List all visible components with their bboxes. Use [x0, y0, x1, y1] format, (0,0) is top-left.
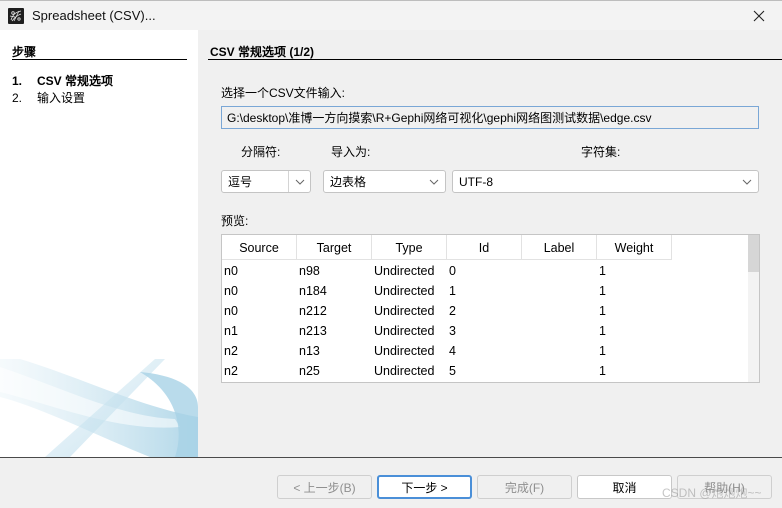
cell-source: n1 [224, 324, 238, 338]
separator-label: 分隔符: [241, 145, 281, 159]
import-as-label: 导入为: [331, 145, 371, 159]
help-button[interactable]: 帮助(H) [677, 475, 772, 499]
column-header-label[interactable]: Label [522, 235, 597, 260]
window-title: Spreadsheet (CSV)... [32, 8, 156, 23]
charset-label: 字符集: [581, 145, 621, 159]
section-title: CSV 常规选项 (1/2) [210, 45, 315, 59]
table-row: n0 n184 Undirected 1 1 [222, 281, 672, 301]
cell-source: n0 [224, 304, 238, 318]
table-row: n0 n98 Undirected 0 1 [222, 261, 672, 281]
cell-type: Undirected [374, 304, 435, 318]
cell-type: Undirected [374, 284, 435, 298]
cell-target: n212 [299, 304, 327, 318]
footer-divider [0, 457, 782, 458]
cell-target: n25 [299, 364, 320, 378]
cell-id: 1 [449, 284, 456, 298]
cell-source: n2 [224, 344, 238, 358]
cell-weight: 1 [599, 304, 606, 318]
cell-id: 5 [449, 364, 456, 378]
cell-type: Undirected [374, 344, 435, 358]
cell-id: 2 [449, 304, 456, 318]
step-label: 输入设置 [37, 91, 86, 105]
table-row: n2 n13 Undirected 4 1 [222, 341, 672, 361]
chevron-down-icon [736, 171, 758, 192]
file-path-input[interactable] [221, 106, 759, 129]
table-row: n2 n25 Undirected 5 1 [222, 361, 672, 381]
charset-select[interactable]: UTF-8 [452, 170, 759, 193]
close-button[interactable] [736, 1, 782, 31]
cell-target: n13 [299, 344, 320, 358]
preview-table: Source Target Type Id Label Weight n0 n9… [221, 234, 760, 383]
cell-weight: 1 [599, 364, 606, 378]
cell-source: n0 [224, 264, 238, 278]
step-item-csv-options: 1. CSV 常规选项 [12, 72, 113, 89]
cell-id: 0 [449, 264, 456, 278]
table-body: n0 n98 Undirected 0 1 n0 n184 Undirected… [222, 261, 672, 381]
import-as-value: 边表格 [330, 175, 367, 189]
file-input-label: 选择一个CSV文件输入: [221, 86, 346, 100]
step-item-import-settings: 2. 输入设置 [12, 89, 85, 106]
steps-panel: 步骤 1. CSV 常规选项 2. 输入设置 [0, 30, 198, 457]
cell-weight: 1 [599, 344, 606, 358]
cell-weight: 1 [599, 284, 606, 298]
column-header-type[interactable]: Type [372, 235, 447, 260]
column-header-weight[interactable]: Weight [597, 235, 672, 260]
separator-value: 逗号 [228, 175, 253, 189]
cell-target: n184 [299, 284, 327, 298]
cancel-button[interactable]: 取消 [577, 475, 672, 499]
cell-type: Undirected [374, 264, 435, 278]
vertical-scrollbar[interactable] [748, 235, 759, 382]
import-as-select[interactable]: 边表格 [323, 170, 446, 193]
cell-target: n98 [299, 264, 320, 278]
cell-weight: 1 [599, 324, 606, 338]
main-panel: CSV 常规选项 (1/2) 选择一个CSV文件输入: 分隔符: 导入为: 字符… [198, 30, 782, 457]
finish-button[interactable]: 完成(F) [477, 475, 572, 499]
charset-value: UTF-8 [459, 174, 493, 189]
step-number: 1. [12, 74, 23, 88]
separator-select[interactable]: 逗号 [221, 170, 311, 193]
cell-weight: 1 [599, 264, 606, 278]
decorative-swoosh-image [0, 359, 198, 457]
cell-id: 3 [449, 324, 456, 338]
table-row: n0 n212 Undirected 2 1 [222, 301, 672, 321]
next-button[interactable]: 下一步 > [377, 475, 472, 499]
preview-label: 预览: [221, 214, 249, 228]
cell-source: n2 [224, 364, 238, 378]
column-header-target[interactable]: Target [297, 235, 372, 260]
table-row: n1 n213 Undirected 3 1 [222, 321, 672, 341]
step-number: 2. [12, 91, 23, 105]
section-divider [208, 59, 782, 60]
column-header-id[interactable]: Id [447, 235, 522, 260]
cell-id: 4 [449, 344, 456, 358]
step-label: CSV 常规选项 [37, 74, 114, 88]
column-header-source[interactable]: Source [222, 235, 297, 260]
title-bar: Spreadsheet (CSV)... [0, 0, 782, 30]
close-icon [753, 10, 765, 22]
steps-divider [12, 59, 187, 60]
cell-source: n0 [224, 284, 238, 298]
back-button[interactable]: < 上一步(B) [277, 475, 372, 499]
cell-type: Undirected [374, 324, 435, 338]
gephi-logo-icon [8, 8, 24, 24]
scrollbar-thumb[interactable] [748, 235, 759, 272]
chevron-down-icon [423, 171, 445, 192]
steps-title: 步骤 [12, 45, 37, 59]
chevron-down-icon [288, 171, 310, 192]
cell-type: Undirected [374, 364, 435, 378]
cell-target: n213 [299, 324, 327, 338]
table-header: Source Target Type Id Label Weight [222, 235, 672, 260]
